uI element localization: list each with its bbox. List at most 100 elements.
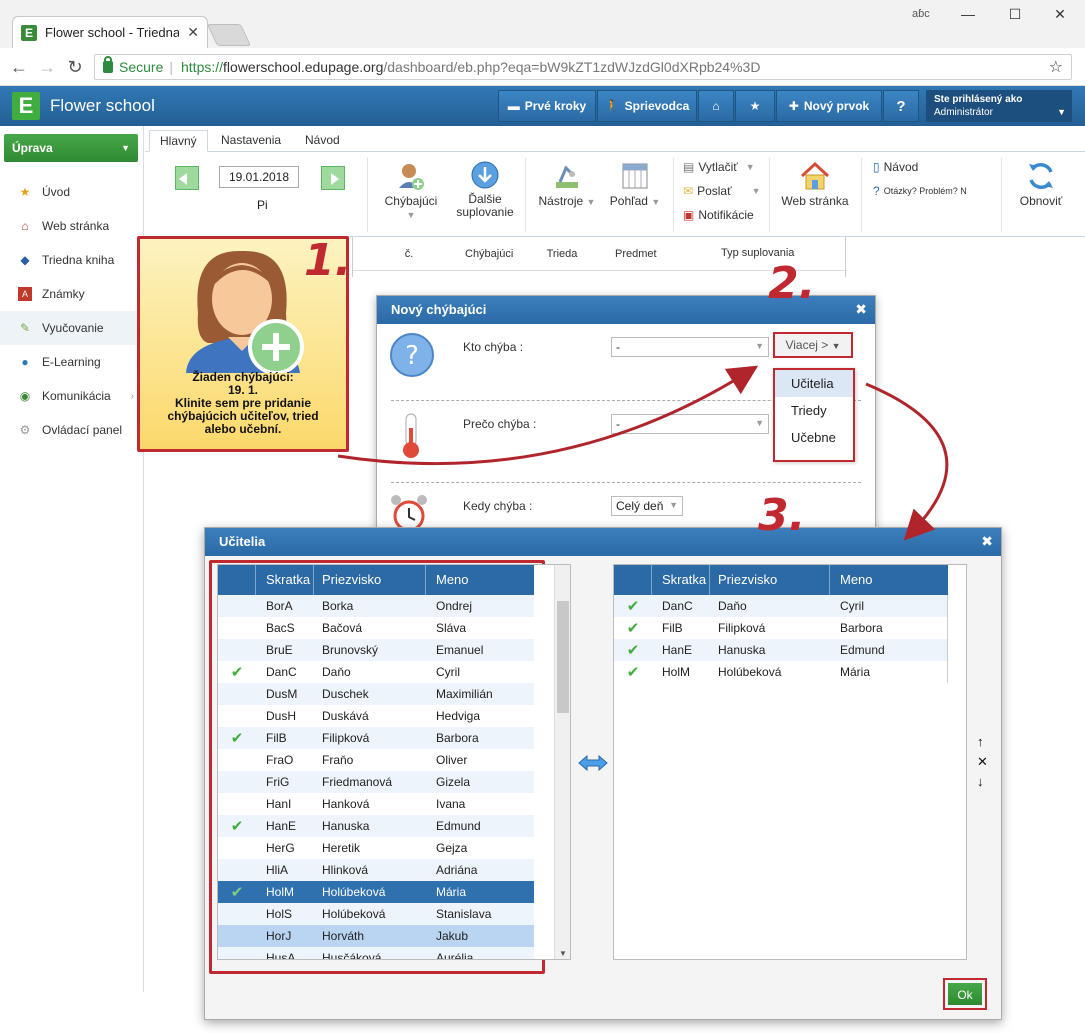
first-steps-button[interactable]: ▬ Prvé kroky xyxy=(498,90,596,122)
teacher-list[interactable]: Skratka Priezvisko Meno BorA Borka Ondrej B… xyxy=(217,564,571,960)
sidebar-item-class-book[interactable]: ◆ Triedna kniha xyxy=(0,243,142,277)
url-path: /dashboard/eb.php?eqa=bW9kZT1zdWJzdGl0dX… xyxy=(383,59,761,75)
table-row[interactable]: ✔ DanC Daňo Cyril xyxy=(614,595,948,617)
transfer-arrows-icon[interactable] xyxy=(577,754,609,772)
table-row[interactable]: HorJ Horváth Jakub xyxy=(218,925,534,947)
user-menu[interactable]: Ste prihlásený ako Administrátor ▼ xyxy=(926,90,1072,122)
remove-icon[interactable]: ✕ xyxy=(977,754,988,770)
send-button[interactable]: ✉ Poslať ▼ xyxy=(683,184,761,198)
back-arrow-icon[interactable]: ← xyxy=(8,56,30,78)
ok-button[interactable]: Ok xyxy=(948,983,982,1005)
cell-abbr: HanE xyxy=(662,643,693,657)
tab-guide[interactable]: Návod xyxy=(295,130,350,152)
edit-button[interactable]: Úprava ▼ xyxy=(4,134,138,162)
when-select[interactable]: Celý deň ▼ xyxy=(611,496,683,516)
sidebar-item-communication[interactable]: ◉ Komunikácia › xyxy=(0,379,142,413)
sidebar-item-website[interactable]: ⌂ Web stránka xyxy=(0,209,142,243)
reload-icon[interactable]: ↻ xyxy=(64,56,86,78)
favorites-button[interactable]: ★ xyxy=(735,90,775,122)
website-button[interactable]: Web stránka xyxy=(777,160,853,208)
header-abbr[interactable]: Skratka xyxy=(256,565,314,595)
sidebar-item-elearning[interactable]: ● E-Learning xyxy=(0,345,142,379)
table-row[interactable]: ✔ FilB Filipková Barbora xyxy=(218,727,534,749)
browser-tab[interactable]: E Flower school - Triedna k ✕ xyxy=(12,16,208,48)
tools-button[interactable]: Nástroje ▼ xyxy=(535,160,599,209)
why-select[interactable]: - ▼ xyxy=(611,414,769,434)
notifications-button[interactable]: ▣ Notifikácie xyxy=(683,208,754,222)
bookmark-star-icon[interactable]: ☆ xyxy=(1049,57,1063,77)
sidebar-item-intro[interactable]: ★ Úvod xyxy=(0,175,142,209)
table-row[interactable]: FriG Friedmanová Gizela xyxy=(218,771,534,793)
table-row[interactable]: HerG Heretik Gejza xyxy=(218,837,534,859)
guide-button[interactable]: 🚶 Sprievodca xyxy=(597,90,697,122)
help-button[interactable]: ? xyxy=(883,90,919,122)
view-button[interactable]: Pohľad ▼ xyxy=(603,160,667,209)
menu-item-classes[interactable]: Triedy xyxy=(775,397,853,424)
date-field[interactable]: 19.01.2018 xyxy=(219,166,299,188)
who-select[interactable]: - ▼ xyxy=(611,337,769,357)
header-first-name[interactable]: Meno xyxy=(830,565,948,595)
absent-button[interactable]: Chýbajúci ▼ xyxy=(379,160,443,222)
table-row[interactable]: DusH Duskává Hedviga xyxy=(218,705,534,727)
table-row[interactable]: ✔ HolM Holúbeková Mária xyxy=(614,661,948,683)
url-bar[interactable]: Secure | https:// flowerschool.edupage.o… xyxy=(94,54,1072,80)
new-item-button[interactable]: ✚ Nový prvok xyxy=(776,90,882,122)
header-last-name[interactable]: Priezvisko xyxy=(710,565,830,595)
new-tab-button[interactable] xyxy=(206,24,252,46)
sidebar-item-teaching[interactable]: ✎ Vyučovanie xyxy=(0,311,142,345)
table-row[interactable]: ✔ FilB Filipková Barbora xyxy=(614,617,948,639)
next-day-arrow-icon[interactable] xyxy=(321,166,345,190)
table-row[interactable]: ✔ HanE Hanuska Edmund xyxy=(614,639,948,661)
table-row[interactable]: ✔ HanE Hanuska Edmund xyxy=(218,815,534,837)
window-close-button[interactable]: ✕ xyxy=(1040,6,1080,26)
sidebar-item-grades[interactable]: A Známky xyxy=(0,277,142,311)
header-last-name[interactable]: Priezvisko xyxy=(314,565,426,595)
close-icon[interactable]: ✖ xyxy=(855,301,867,318)
table-row[interactable]: BruE Brunovský Emanuel xyxy=(218,639,534,661)
table-row[interactable]: HanI Hanková Ivana xyxy=(218,793,534,815)
home-button[interactable]: ⌂ xyxy=(698,90,734,122)
forward-arrow-icon[interactable]: → xyxy=(36,56,58,78)
why-value: - xyxy=(616,417,620,431)
refresh-button[interactable]: Obnoviť xyxy=(1013,160,1069,208)
table-row[interactable]: BacS Bačová Sláva xyxy=(218,617,534,639)
table-row[interactable]: HusA Husčáková Aurélia xyxy=(218,947,534,959)
questions-link[interactable]: ? Otázky? Problém? N xyxy=(873,184,967,198)
table-row[interactable]: BorA Borka Ondrej xyxy=(218,595,534,617)
move-down-icon[interactable]: ↓ xyxy=(977,774,984,789)
table-row[interactable]: DusM Duschek Maximilián xyxy=(218,683,534,705)
chevron-down-icon: ▼ xyxy=(751,186,761,196)
guide-link[interactable]: ▯ Návod xyxy=(873,160,918,174)
table-row[interactable]: HliA Hlinková Adriána xyxy=(218,859,534,881)
cell-first-name: Mária xyxy=(840,665,871,679)
print-button[interactable]: ▤ Vytlačiť ▼ xyxy=(683,160,755,174)
table-row[interactable]: HolS Holúbeková Stanislava xyxy=(218,903,534,925)
close-icon[interactable]: ✖ xyxy=(981,533,993,550)
menu-item-teachers[interactable]: Učitelia xyxy=(775,370,853,397)
header-first-name[interactable]: Meno xyxy=(426,565,534,595)
scroll-down-icon[interactable]: ▼ xyxy=(559,949,567,958)
app-name[interactable]: Flower school xyxy=(50,96,155,116)
minimize-button[interactable]: — xyxy=(948,6,988,26)
move-up-icon[interactable]: ↑ xyxy=(977,734,984,749)
tab-settings[interactable]: Nastavenia xyxy=(211,130,291,152)
tab-close-icon[interactable]: ✕ xyxy=(187,24,199,41)
menu-item-rooms[interactable]: Učebne xyxy=(775,424,853,451)
prev-day-arrow-icon[interactable] xyxy=(175,166,199,190)
profile-label[interactable]: аɓс xyxy=(912,8,930,20)
scrollbar[interactable]: ▼ xyxy=(554,565,570,959)
more-button[interactable]: Viacej > ▼ xyxy=(773,332,853,358)
selected-teacher-list[interactable]: Skratka Priezvisko Meno ✔ DanC Daňo Cyril ✔ F… xyxy=(613,564,967,960)
next-substitution-button[interactable]: Ďalšie suplovanie xyxy=(453,160,517,219)
tab-main[interactable]: Hlavný xyxy=(149,130,208,152)
scrollbar-thumb[interactable] xyxy=(557,601,569,713)
more-dropdown-menu: Učitelia Triedy Učebne xyxy=(773,368,855,462)
table-row[interactable]: ✔ HolM Holúbeková Mária xyxy=(218,881,534,903)
edupage-logo-icon[interactable]: E xyxy=(12,92,40,120)
header-abbr[interactable]: Skratka xyxy=(652,565,710,595)
add-absent-card[interactable]: 1. Žiaden chýbajúci: 19. 1. Klinite sem … xyxy=(137,235,351,452)
maximize-button[interactable]: ☐ xyxy=(995,6,1035,26)
table-row[interactable]: ✔ DanC Daňo Cyril xyxy=(218,661,534,683)
table-row[interactable]: FraO Fraňo Oliver xyxy=(218,749,534,771)
sidebar-item-control-panel[interactable]: ⚙ Ovládací panel xyxy=(0,413,142,447)
